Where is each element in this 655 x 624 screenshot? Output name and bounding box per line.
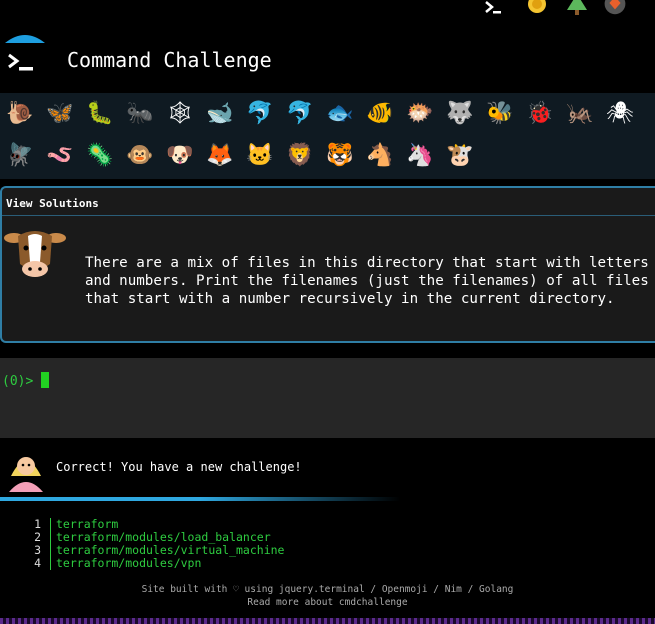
settings-icon[interactable] [603, 0, 627, 18]
fairy-icon [3, 446, 49, 492]
challenge-emoji-icon[interactable]: 🐴 [360, 135, 400, 175]
line-number: 4 [34, 556, 41, 570]
challenge-panel: View Solutions There are a mix of files … [0, 186, 655, 343]
challenge-emoji-icon[interactable]: 🦁 [280, 135, 320, 175]
challenge-emoji-icon[interactable]: 🦋 [40, 93, 80, 133]
line-separator [50, 557, 51, 570]
panel-divider [2, 215, 655, 216]
cow-icon [4, 224, 66, 286]
challenge-emoji-icon[interactable]: 🐯 [320, 135, 360, 175]
bottom-border [0, 618, 655, 624]
challenge-emoji-icon[interactable]: 🕷 [600, 93, 640, 133]
output-path: terraform/modules/vpn [56, 556, 202, 570]
footer: Site built with ♡ using jquery.terminal … [0, 583, 655, 609]
line-separator [50, 544, 51, 557]
progress-bar [0, 497, 400, 501]
terminal-icon[interactable] [481, 0, 505, 18]
footer-about-link[interactable]: Read more about cmdchallenge [0, 596, 655, 609]
challenge-emoji-icon[interactable]: 🐡 [400, 93, 440, 133]
challenge-emoji-icon[interactable]: 🐝 [480, 93, 520, 133]
challenge-emoji-icon[interactable]: 🦊 [200, 135, 240, 175]
line-separator [50, 531, 51, 544]
challenge-emoji-icon[interactable]: 🐶 [160, 135, 200, 175]
challenge-emoji-icon[interactable]: 🐱 [240, 135, 280, 175]
challenge-emoji-icon[interactable]: 🐌 [0, 93, 40, 133]
feedback-message: Correct! You have a new challenge! [56, 460, 302, 474]
emoji-row-1: 🐌 🦋 🐛 🐜 🕸 🐋 🐬 🐬 🐟 🐠 🐡 🐺 🐝 🐞 🦗 🕷 [0, 93, 640, 133]
terminal-prompt: (0)> [2, 374, 34, 389]
challenge-emoji-icon[interactable]: 🐜 [120, 93, 160, 133]
tree-icon[interactable] [565, 0, 589, 18]
challenge-emoji-icon[interactable]: 🐋 [200, 93, 240, 133]
terminal-cursor[interactable] [41, 372, 49, 388]
challenge-emoji-icon[interactable]: 🐵 [120, 135, 160, 175]
terminal[interactable]: (0)> [0, 358, 655, 438]
challenge-emoji-icon[interactable]: 🪰 [0, 135, 40, 175]
challenge-emoji-icon[interactable]: 🐺 [440, 93, 480, 133]
footer-credits: Site built with ♡ using jquery.terminal … [141, 584, 514, 595]
challenge-emoji-icon[interactable]: 🐞 [520, 93, 560, 133]
logo-icon [3, 33, 47, 77]
view-solutions-link[interactable]: View Solutions [6, 197, 99, 210]
challenge-emoji-icon[interactable]: 🪱 [40, 135, 80, 175]
challenge-emoji-icon[interactable]: 🦄 [400, 135, 440, 175]
output-listing: 1 terraform 2 terraform/modules/load_balanc… [0, 518, 655, 570]
challenge-emoji-icon[interactable]: 🐠 [360, 93, 400, 133]
feedback-bar: Correct! You have a new challenge! [0, 444, 655, 496]
challenge-emoji-icon[interactable]: 🐮 [440, 135, 480, 175]
challenge-description: There are a mix of files in this directo… [85, 255, 649, 307]
challenge-emoji-strip: 🐌 🦋 🐛 🐜 🕸 🐋 🐬 🐬 🐟 🐠 🐡 🐺 🐝 🐞 🦗 🕷 🪰 🪱 🦠 🐵 🐶 🦊 🐱 🦁 🐯 🐴 🦄 🐮 [0, 93, 655, 179]
hint-icon[interactable] [525, 0, 549, 18]
challenge-emoji-icon[interactable]: 🦗 [560, 93, 600, 133]
challenge-emoji-icon[interactable]: 🐟 [320, 93, 360, 133]
challenge-emoji-icon[interactable]: 🕸 [160, 93, 200, 133]
challenge-emoji-icon[interactable]: 🦠 [80, 135, 120, 175]
challenge-emoji-icon[interactable]: 🐛 [80, 93, 120, 133]
header: Command Challenge [0, 30, 655, 90]
challenge-emoji-icon[interactable]: 🐬 [280, 93, 320, 133]
emoji-row-2: 🪰 🪱 🦠 🐵 🐶 🦊 🐱 🦁 🐯 🐴 🦄 🐮 [0, 135, 480, 175]
line-separator [50, 518, 51, 531]
output-line: 4 terraform/modules/vpn [0, 557, 655, 570]
page-title: Command Challenge [67, 48, 272, 72]
top-toolbar [0, 0, 655, 22]
challenge-emoji-icon[interactable]: 🐬 [240, 93, 280, 133]
